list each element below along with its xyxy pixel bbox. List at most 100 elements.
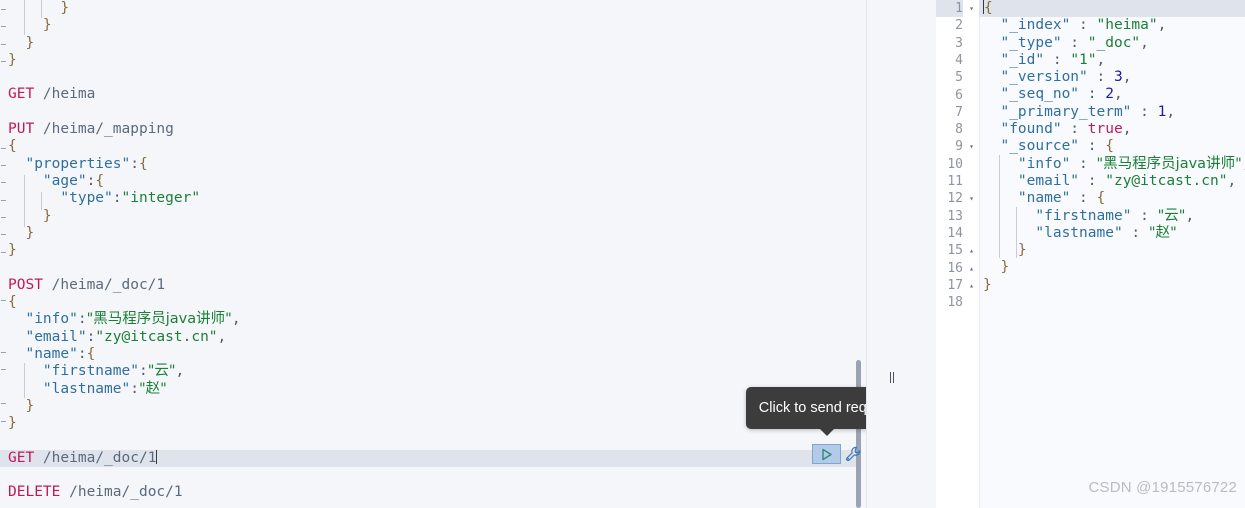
tooltip-label: Click to send request — [758, 400, 866, 416]
request-line[interactable]: GET /heima — [0, 86, 858, 103]
code-token: } — [983, 242, 1027, 259]
request-line[interactable]: "firstname":"云", — [0, 363, 858, 380]
code-token: 2 — [1105, 86, 1114, 103]
response-line[interactable]: } — [979, 259, 1245, 276]
response-line-number: 5 — [955, 70, 963, 86]
request-line[interactable]: } — [0, 35, 858, 52]
code-token: "_source" — [1000, 138, 1080, 155]
response-line[interactable]: "_index" : "heima", — [979, 17, 1245, 34]
response-line[interactable]: "info" : "黑马程序员java讲师", — [979, 156, 1245, 173]
request-line[interactable]: } — [0, 208, 858, 225]
code-token: , — [1140, 34, 1149, 51]
code-token: : — [1061, 34, 1088, 51]
code-token: , — [1227, 172, 1237, 189]
console-action-icons[interactable] — [812, 444, 863, 464]
code-token: /heima/_doc/1 — [60, 484, 183, 501]
dev-tools-console: } } }} GET /heima PUT /heima/_mapping{ "… — [0, 0, 1245, 508]
request-line[interactable]: } — [0, 415, 858, 432]
request-line[interactable]: "properties":{ — [0, 156, 858, 173]
response-line[interactable]: "_primary_term" : 1, — [979, 104, 1245, 121]
code-token: : — [1131, 103, 1158, 120]
code-token: DELETE — [8, 484, 61, 501]
console-menu-button[interactable] — [843, 444, 863, 464]
code-token: "found" — [1000, 121, 1062, 138]
response-line-active[interactable]: { — [979, 0, 1245, 18]
code-token: : — [130, 380, 139, 397]
code-token: "lastname" — [42, 380, 131, 397]
response-line[interactable]: "firstname" : "云", — [979, 208, 1245, 225]
request-line[interactable]: { — [0, 294, 858, 311]
request-line[interactable]: PUT /heima/_mapping — [0, 121, 858, 138]
code-token: { — [8, 294, 17, 311]
response-line[interactable]: "name" : { — [979, 190, 1245, 207]
response-line-number: 11 — [947, 174, 963, 189]
request-line[interactable]: "type":"integer" — [0, 190, 858, 207]
response-line[interactable]: "email" : "zy@itcast.cn", — [979, 173, 1245, 190]
tooltip-arrow — [819, 429, 834, 436]
code-token: "integer" — [121, 190, 201, 207]
code-token: "_index" — [1000, 17, 1071, 34]
fold-expand-icon[interactable]: ▴ — [969, 260, 974, 277]
response-line[interactable]: } — [979, 242, 1245, 259]
request-line[interactable]: "email":"zy@itcast.cn", — [0, 329, 858, 346]
request-line[interactable]: "info":"黑马程序员java讲师", — [0, 311, 858, 328]
pane-splitter[interactable] — [866, 0, 936, 508]
code-token: } — [8, 207, 52, 224]
response-json-code[interactable]: { "_index" : "heima", "_type" : "_doc", … — [979, 0, 1245, 508]
request-line[interactable]: "lastname":"赵" — [0, 381, 858, 398]
request-line[interactable]: } — [0, 242, 858, 259]
request-line[interactable]: } — [0, 0, 858, 17]
code-token: { — [8, 138, 17, 155]
request-line[interactable]: DELETE /heima/_doc/1 — [0, 484, 858, 501]
code-token: : — [1061, 121, 1088, 138]
request-line[interactable]: } — [0, 17, 858, 34]
code-token: "zy@itcast.cn" — [95, 328, 218, 345]
request-line[interactable]: { — [0, 138, 858, 155]
code-token: } — [983, 276, 992, 293]
left-pane-scrollbar-thumb[interactable] — [856, 360, 861, 508]
response-line[interactable]: "_source" : { — [979, 138, 1245, 155]
fold-collapse-icon[interactable]: ▾ — [969, 138, 974, 155]
code-token: , — [1157, 17, 1167, 34]
response-line[interactable]: "_type" : "_doc", — [979, 35, 1245, 52]
fold-expand-icon[interactable]: ▴ — [969, 242, 974, 259]
response-line[interactable]: "_version" : 3, — [979, 69, 1245, 86]
response-pane[interactable]: 1 ▾ 2 3 4 5 6 7 8 9 ▾ 10 11 12 ▾ 13 14 15 ▴ 16 ▴ 17 ▴ 18 { "_in… — [936, 0, 1245, 508]
request-line[interactable] — [0, 104, 858, 121]
response-line[interactable]: "_id" : "1", — [979, 52, 1245, 69]
request-line[interactable]: "name":{ — [0, 346, 858, 363]
code-token: : — [1079, 138, 1106, 155]
request-line[interactable]: } — [0, 225, 858, 242]
response-line-number: 3 — [955, 35, 963, 51]
request-line[interactable]: "age":{ — [0, 173, 858, 190]
response-line[interactable]: "found" : true, — [979, 121, 1245, 138]
response-line[interactable]: } — [979, 277, 1245, 294]
request-line[interactable] — [0, 259, 858, 276]
splitter-grip-icon[interactable] — [888, 372, 896, 383]
fold-expand-icon[interactable]: ▴ — [969, 277, 974, 294]
response-line-number-gutter[interactable]: 1 ▾ 2 3 4 5 6 7 8 9 ▾ 10 11 12 ▾ 13 14 15 ▴ 16 ▴ 17 ▴ 18 — [936, 0, 980, 508]
code-token: "name" — [25, 345, 78, 362]
play-triangle-icon — [822, 448, 832, 460]
request-line[interactable] — [0, 432, 858, 449]
request-line-active[interactable]: GET /heima/_doc/1 — [0, 449, 858, 468]
response-line[interactable]: "_seq_no" : 2, — [979, 86, 1245, 103]
request-line[interactable]: POST /heima/_doc/1 — [0, 277, 858, 294]
request-editor-code[interactable]: } } }} GET /heima PUT /heima/_mapping{ "… — [0, 0, 858, 508]
fold-collapse-icon[interactable]: ▾ — [969, 190, 974, 207]
send-request-button[interactable] — [812, 444, 841, 464]
request-editor-pane[interactable]: } } }} GET /heima PUT /heima/_mapping{ "… — [0, 0, 866, 508]
request-line[interactable]: } — [0, 398, 858, 415]
code-token: { — [86, 345, 96, 362]
fold-collapse-icon[interactable]: ▾ — [969, 0, 974, 17]
request-line[interactable] — [0, 69, 858, 86]
response-line[interactable] — [979, 294, 1245, 311]
response-line[interactable]: "lastname" : "赵" — [979, 225, 1245, 242]
request-line[interactable] — [0, 467, 858, 484]
request-line[interactable]: } — [0, 52, 858, 69]
response-line-number: 7 — [955, 104, 963, 120]
